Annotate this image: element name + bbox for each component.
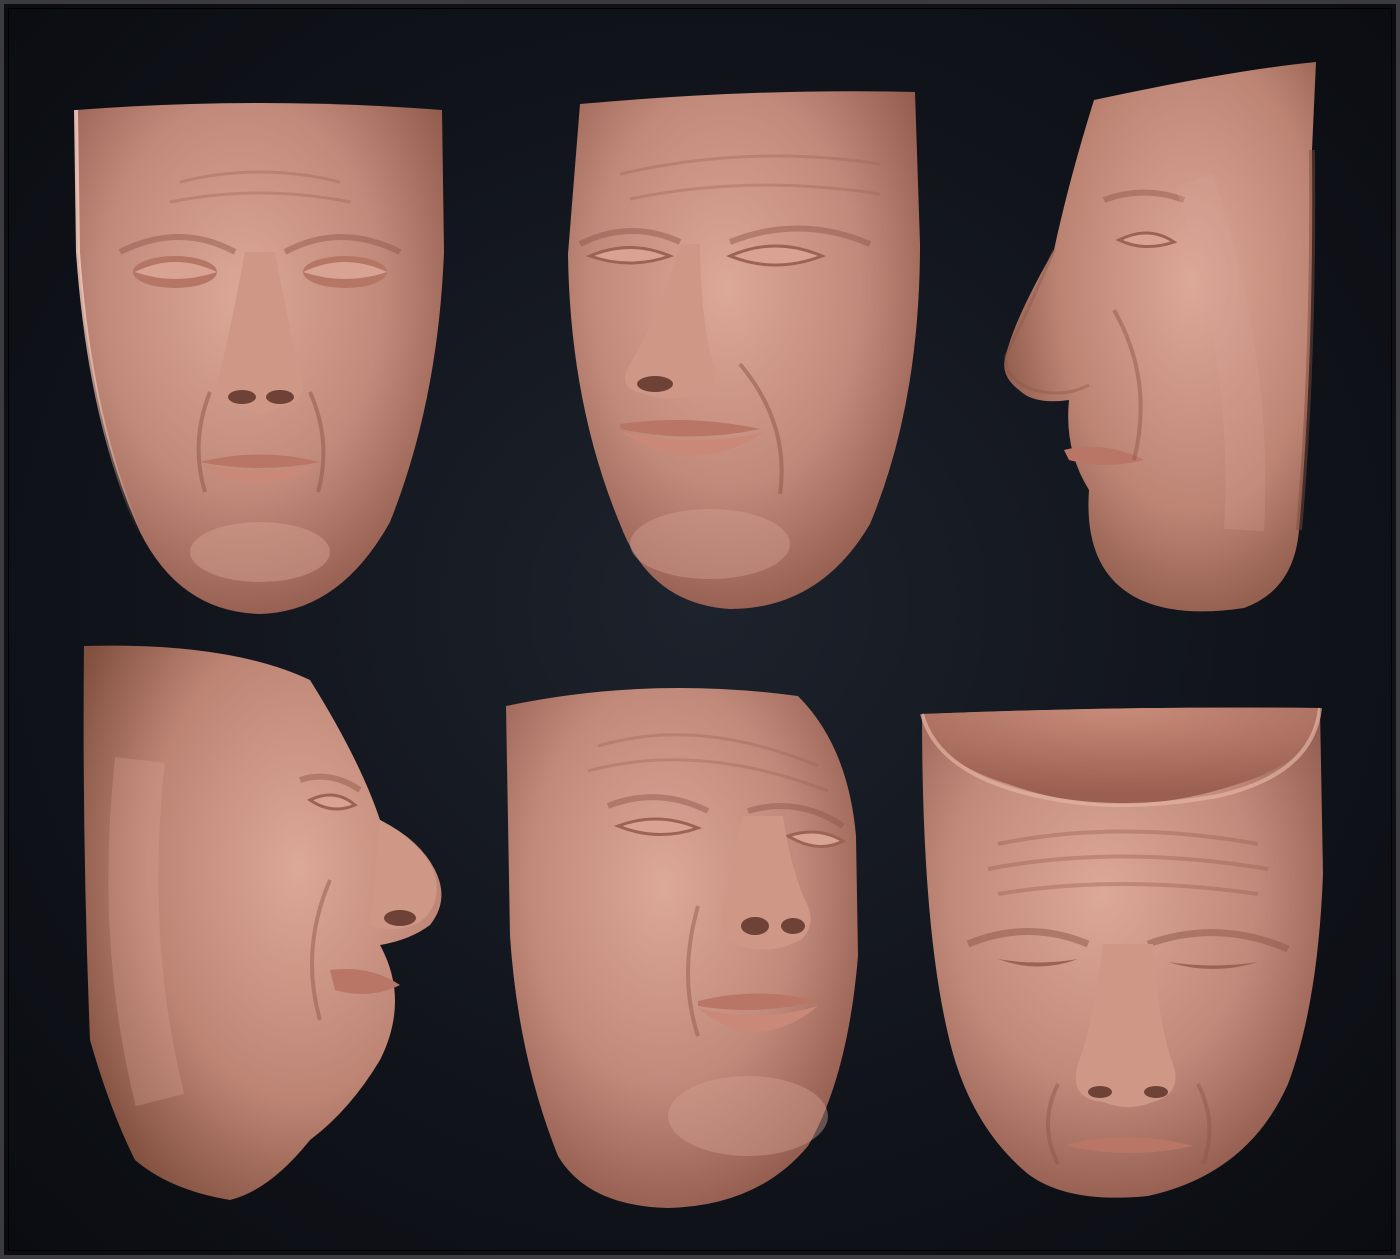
face-view-profile-tilted [83, 645, 442, 1200]
face-view-three-quarter [568, 91, 920, 609]
face-view-top-down [920, 707, 1323, 1198]
face-view-front [74, 103, 444, 614]
render-canvas [0, 0, 1400, 1259]
face-view-low-angle [506, 688, 858, 1208]
face-view-profile [1004, 62, 1316, 612]
